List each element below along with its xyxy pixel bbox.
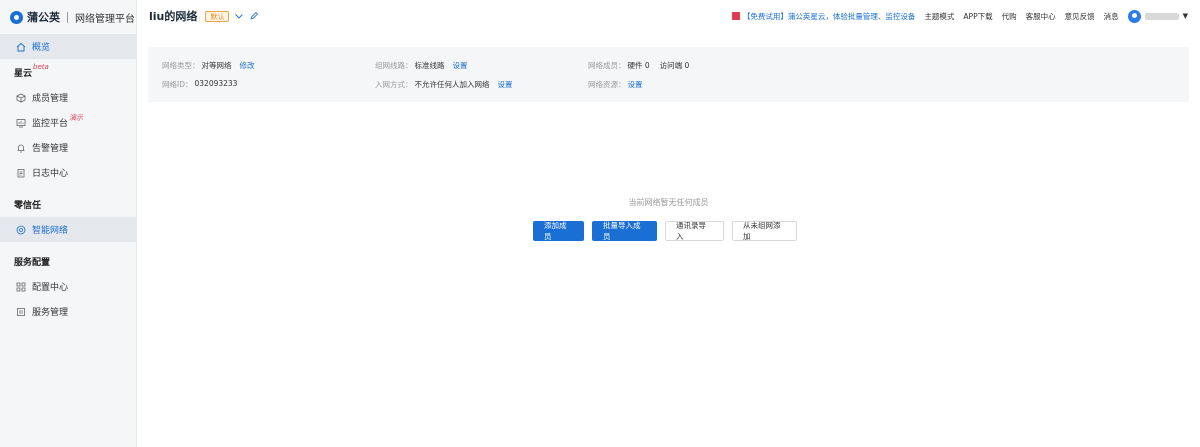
username-redacted — [1144, 12, 1179, 20]
header-actions: 【免费试用】蒲公英星云，体验批量管理、监控设备 主题模式 APP下载 代购 客服… — [731, 0, 1188, 32]
sidebar-item-config-center[interactable]: 配置中心 — [0, 274, 136, 299]
empty-actions: 添加成员 批量导入成员 通讯录导入 从未组网添加 — [533, 221, 797, 241]
contacts-import-button[interactable]: 通讯录导入 — [665, 221, 724, 241]
info-label: 网络ID： — [162, 80, 193, 89]
cube-icon — [16, 93, 26, 103]
section-service-config: 服务配置 — [0, 248, 136, 274]
bell-icon — [16, 143, 26, 153]
info-label: 网络资源： — [588, 80, 626, 89]
sidebar-item-monitor[interactable]: 监控平台 演示 — [0, 110, 136, 135]
clipboard-icon — [16, 168, 26, 178]
sidebar-item-alerts[interactable]: 告警管理 — [0, 135, 136, 160]
info-value: 032093233 — [194, 79, 238, 88]
app-name: 蒲公英 — [27, 11, 60, 24]
network-members: 网络成员： 硬件 0 访问端 0 — [588, 60, 689, 71]
app-logo[interactable]: 蒲公英 网络管理平台 — [0, 0, 136, 34]
network-type: 网络类型： 对等网络 修改 — [162, 60, 255, 71]
empty-message: 当前网络暂无任何成员 — [628, 198, 709, 207]
logo-divider — [67, 11, 68, 23]
add-from-ungrouped-button[interactable]: 从未组网添加 — [732, 221, 797, 241]
promo-text: 【免费试用】蒲公英星云，体验批量管理、监控设备 — [742, 11, 916, 21]
info-value: 标准线路 — [414, 61, 445, 70]
user-menu[interactable]: ▼ — [1127, 9, 1188, 23]
sidebar-item-label: 智能网络 — [32, 226, 69, 236]
promo-link[interactable]: 【免费试用】蒲公英星云，体验批量管理、监控设备 — [731, 11, 916, 22]
modify-network-type-link[interactable]: 修改 — [240, 60, 255, 71]
join-method: 入网方式： 不允许任何人加入网络 设置 — [375, 79, 513, 90]
info-value: 对等网络 — [201, 61, 232, 70]
purchase-link[interactable]: 代购 — [1002, 11, 1017, 22]
sidebar-item-service-mgmt[interactable]: 服务管理 — [0, 299, 136, 324]
network-route: 组网线路： 标准线路 设置 — [375, 60, 468, 71]
info-label: 网络类型： — [162, 61, 200, 70]
sidebar: 蒲公英 网络管理平台 概览 星云 beta 成员管理 监控平台 演示 告警管理 — [0, 0, 137, 447]
beta-tag: beta — [33, 63, 49, 71]
app-download-link[interactable]: APP下载 — [963, 11, 992, 22]
hardware-count: 硬件 0 — [627, 61, 650, 70]
batch-import-button[interactable]: 批量导入成员 — [592, 221, 657, 241]
add-member-button[interactable]: 添加成员 — [533, 221, 584, 241]
header: liu的网络 默认 【免费试用】蒲公英星云，体验批量管理、监控设备 主题模式 A… — [137, 0, 1200, 32]
section-nebula: 星云 beta — [0, 59, 136, 85]
support-center-link[interactable]: 客服中心 — [1026, 11, 1056, 22]
network-id: 网络ID： 032093233 — [162, 79, 237, 90]
sidebar-item-label: 概览 — [32, 43, 51, 53]
info-label: 入网方式： — [375, 80, 413, 89]
sidebar-item-label: 告警管理 — [32, 144, 69, 154]
avatar — [1127, 9, 1141, 23]
section-title: 服务配置 — [14, 257, 51, 268]
join-settings-link[interactable]: 设置 — [498, 79, 513, 90]
edit-icon[interactable] — [249, 11, 259, 21]
sidebar-item-label: 日志中心 — [32, 169, 69, 179]
network-resources: 网络资源： 设置 — [588, 79, 643, 90]
sidebar-item-overview[interactable]: 概览 — [0, 34, 136, 59]
caret-down-icon: ▼ — [1182, 12, 1188, 20]
home-icon — [16, 42, 26, 52]
sidebar-item-members[interactable]: 成员管理 — [0, 85, 136, 110]
default-badge: 默认 — [205, 10, 230, 22]
info-value: 不允许任何人加入网络 — [414, 80, 490, 89]
theme-mode-link[interactable]: 主题模式 — [924, 11, 954, 22]
logo-icon — [10, 10, 23, 24]
sidebar-item-label: 服务管理 — [32, 308, 69, 318]
chevron-down-icon[interactable] — [234, 11, 244, 21]
sidebar-item-label: 配置中心 — [32, 283, 69, 293]
section-title: 星云 — [14, 68, 33, 79]
sidebar-item-label: 监控平台 — [32, 119, 69, 129]
messages-link[interactable]: 消息 — [1104, 11, 1119, 22]
gift-icon — [731, 12, 740, 20]
info-label: 网络成员： — [588, 61, 626, 70]
network-info-panel: 网络类型： 对等网络 修改 网络ID： 032093233 组网线路： 标准线路… — [148, 47, 1189, 102]
monitor-icon — [16, 118, 26, 128]
visitor-count: 访问端 0 — [659, 61, 690, 70]
sidebar-item-logs[interactable]: 日志中心 — [0, 160, 136, 185]
grid-icon — [16, 282, 26, 292]
demo-tag: 演示 — [69, 113, 84, 122]
network-name: liu的网络 — [149, 10, 198, 23]
feedback-link[interactable]: 意见反馈 — [1065, 11, 1095, 22]
sidebar-item-label: 成员管理 — [32, 94, 69, 104]
info-label: 组网线路： — [375, 61, 413, 70]
app-subtitle: 网络管理平台 — [75, 13, 135, 25]
list-icon — [16, 307, 26, 317]
route-settings-link[interactable]: 设置 — [453, 60, 468, 71]
sidebar-item-smart-network[interactable]: 智能网络 — [0, 217, 136, 242]
resource-settings-link[interactable]: 设置 — [628, 79, 643, 90]
network-icon — [16, 225, 26, 235]
